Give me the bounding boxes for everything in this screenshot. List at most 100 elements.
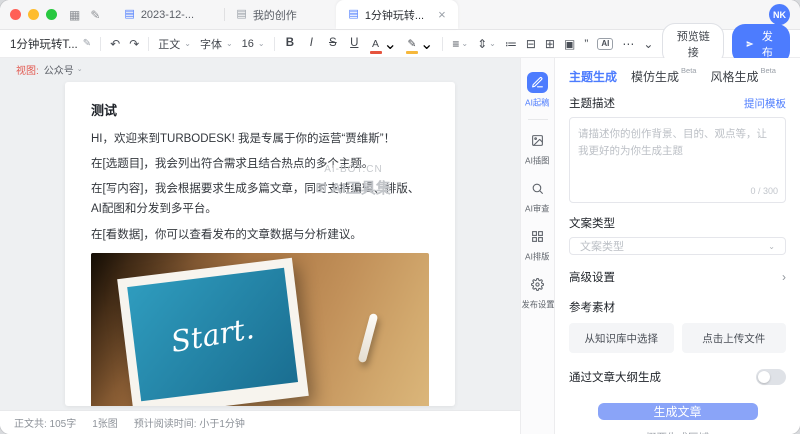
sidebar-toggle-icon[interactable]: ▦ xyxy=(69,9,80,21)
status-bar: 正文共: 105字 1张图 预计阅读时间: 小于1分钟 xyxy=(0,410,520,434)
insert-image-button[interactable]: ▣ xyxy=(564,38,575,50)
tab-current-doc[interactable]: ▤ 1分钟玩转... × xyxy=(336,0,457,29)
align-dropdown[interactable]: ≡ ⌄ xyxy=(452,38,468,50)
advanced-settings-row[interactable]: 高级设置 › xyxy=(569,269,786,285)
document-heading[interactable]: 测试 xyxy=(91,100,429,119)
rail-item-ai-review[interactable]: AI审查 xyxy=(521,174,554,219)
outline-toggle-label: 通过文章大纲生成 xyxy=(569,369,661,385)
highlight-color-button[interactable]: ✎ ⌄ xyxy=(406,34,433,54)
insert-table-button[interactable]: ⊞ xyxy=(545,38,555,50)
copy-type-select[interactable]: 文案类型 ⌄ xyxy=(569,237,786,255)
tab-style-generation[interactable]: 风格生成 Beta xyxy=(710,68,775,85)
upload-file-button[interactable]: 点击上传文件 xyxy=(682,323,787,353)
copy-type-placeholder: 文案类型 xyxy=(580,238,624,254)
layout-grid-icon xyxy=(527,226,548,247)
tab-topic-generation[interactable]: 主题生成 xyxy=(569,68,617,85)
minimize-window-button[interactable] xyxy=(28,9,39,20)
close-tab-icon[interactable]: × xyxy=(438,8,446,21)
rail-label: AI插图 xyxy=(525,155,549,167)
bullet-list-button[interactable]: ≔ xyxy=(505,38,517,50)
line-height-dropdown[interactable]: ⇕ ⌄ xyxy=(477,38,496,50)
rail-label: AI排版 xyxy=(525,251,549,263)
font-size-value: 16 xyxy=(242,38,254,50)
generate-article-button[interactable]: 生成文章 xyxy=(598,403,758,420)
tab-recent-doc[interactable]: ▤ 2023-12-... xyxy=(112,0,224,29)
document-paragraph[interactable]: 在[写内容]，我会根据要求生成多篇文章，同时支持编辑、排版、AI配图和分发到多平… xyxy=(91,179,429,219)
ordered-list-button[interactable]: ⊟ xyxy=(526,38,536,50)
document-title[interactable]: 1分钟玩转T... ✎ xyxy=(10,36,91,52)
outline-toggle-row: 通过文章大纲生成 xyxy=(569,369,786,385)
beta-badge: Beta xyxy=(760,66,775,85)
blockquote-button[interactable]: ” xyxy=(584,38,588,50)
start-card: Start. xyxy=(127,268,298,402)
view-selector[interactable]: 公众号 ⌄ xyxy=(44,62,83,77)
tab-label: 我的创作 xyxy=(253,7,297,23)
app-window: ▦ ✎ ▤ 2023-12-... ▤ 我的创作 ▤ 1分钟玩转... × NK… xyxy=(0,0,800,434)
strikethrough-button[interactable]: S xyxy=(327,38,339,50)
document-page[interactable]: 测试 HI，欢迎来到TURBODESK! 我是专属于你的运营“贾维斯”！ 在[选… xyxy=(65,82,455,406)
editor-canvas: 测试 HI，欢迎来到TURBODESK! 我是专属于你的运营“贾维斯”！ 在[选… xyxy=(0,80,520,410)
chevron-down-icon: ⌄ xyxy=(489,40,496,48)
rail-label: AI起稿 xyxy=(525,97,549,109)
chalk-stick xyxy=(357,313,378,363)
knowledge-base-button[interactable]: 从知识库中选择 xyxy=(569,323,674,353)
rail-item-ai-layout[interactable]: AI排版 xyxy=(521,222,554,267)
view-label: 视图: xyxy=(16,62,39,77)
divider xyxy=(100,37,101,51)
zoom-window-button[interactable] xyxy=(46,9,57,20)
outline-toggle[interactable] xyxy=(756,369,786,385)
chevron-down-icon: ⌄ xyxy=(77,65,83,73)
gear-icon xyxy=(527,274,548,295)
underline-button[interactable]: U xyxy=(348,38,360,50)
rail-item-publish-settings[interactable]: 发布设置 xyxy=(521,270,554,315)
font-color-button[interactable]: A ⌄ xyxy=(370,34,397,54)
chevron-down-icon: ⌄ xyxy=(384,34,397,54)
magnifier-icon xyxy=(527,178,548,199)
start-card-text: Start. xyxy=(168,310,256,358)
tab-label: 1分钟玩转... xyxy=(365,7,424,23)
close-window-button[interactable] xyxy=(10,9,21,20)
beta-badge: Beta xyxy=(681,66,696,85)
paragraph-style-dropdown[interactable]: 正文 ⌄ xyxy=(158,36,191,52)
polaroid-card: Start. xyxy=(117,258,308,406)
summary-area-label: 概要生成区域 xyxy=(569,430,786,434)
rail-label: AI审查 xyxy=(525,203,549,215)
highlight-pen-icon: ✎ xyxy=(408,39,417,50)
font-color-letter: A xyxy=(372,39,379,50)
publish-label: 发布 xyxy=(759,28,776,60)
window-tabs: ▤ 2023-12-... ▤ 我的创作 ▤ 1分钟玩转... × xyxy=(112,0,457,29)
tab-label: 2023-12-... xyxy=(141,9,194,21)
document-paragraph[interactable]: 在[选题目]，我会列出符合需求且结合热点的多个主题。 xyxy=(91,154,429,174)
document-image[interactable]: Start. xyxy=(91,253,429,406)
collapse-toolbar-button[interactable]: ⌄ xyxy=(643,38,653,50)
bold-button[interactable]: B xyxy=(284,38,296,50)
rail-item-ai-illustration[interactable]: AI插图 xyxy=(521,126,554,171)
document-paragraph[interactable]: HI，欢迎来到TURBODESK! 我是专属于你的运营“贾维斯”！ xyxy=(91,129,429,149)
document-icon: ▤ xyxy=(236,9,246,20)
font-size-dropdown[interactable]: 16 ⌄ xyxy=(242,38,265,50)
font-family-value: 字体 xyxy=(200,36,222,52)
chevron-down-icon: ⌄ xyxy=(768,242,775,251)
topic-input-wrap: 0 / 300 xyxy=(569,117,786,203)
word-count: 正文共: 105字 xyxy=(14,415,76,430)
document-title-text: 1分钟玩转T... xyxy=(10,36,78,52)
tab-imitation-generation[interactable]: 模仿生成 Beta xyxy=(631,68,696,85)
italic-button[interactable]: I xyxy=(305,38,317,50)
ai-assist-button[interactable]: AI xyxy=(597,38,613,50)
new-document-icon[interactable]: ✎ xyxy=(90,9,100,21)
question-template-link[interactable]: 提问模板 xyxy=(744,96,786,111)
document-paragraph[interactable]: 在[看数据]，你可以查看发布的文章数据与分析建议。 xyxy=(91,225,429,245)
divider xyxy=(274,37,275,51)
format-toolbar: 1分钟玩转T... ✎ ↶ ↷ 正文 ⌄ 字体 ⌄ 16 ⌄ B I S U A… xyxy=(0,30,800,58)
view-value: 公众号 xyxy=(44,62,74,77)
main-content: 视图: 公众号 ⌄ 测试 HI，欢迎来到TURBODESK! 我是专属于你的运营… xyxy=(0,58,800,434)
undo-icon[interactable]: ↶ xyxy=(110,38,120,50)
tab-my-creations[interactable]: ▤ 我的创作 xyxy=(224,0,336,29)
rename-icon[interactable]: ✎ xyxy=(83,38,91,49)
material-buttons: 从知识库中选择 点击上传文件 xyxy=(569,323,786,353)
rail-item-ai-draft[interactable]: AI起稿 xyxy=(521,68,554,113)
read-time: 预计阅读时间: 小于1分钟 xyxy=(134,415,245,430)
redo-icon[interactable]: ↷ xyxy=(129,38,139,50)
font-family-dropdown[interactable]: 字体 ⌄ xyxy=(200,36,233,52)
more-tools-button[interactable]: ⋯ xyxy=(622,38,634,50)
